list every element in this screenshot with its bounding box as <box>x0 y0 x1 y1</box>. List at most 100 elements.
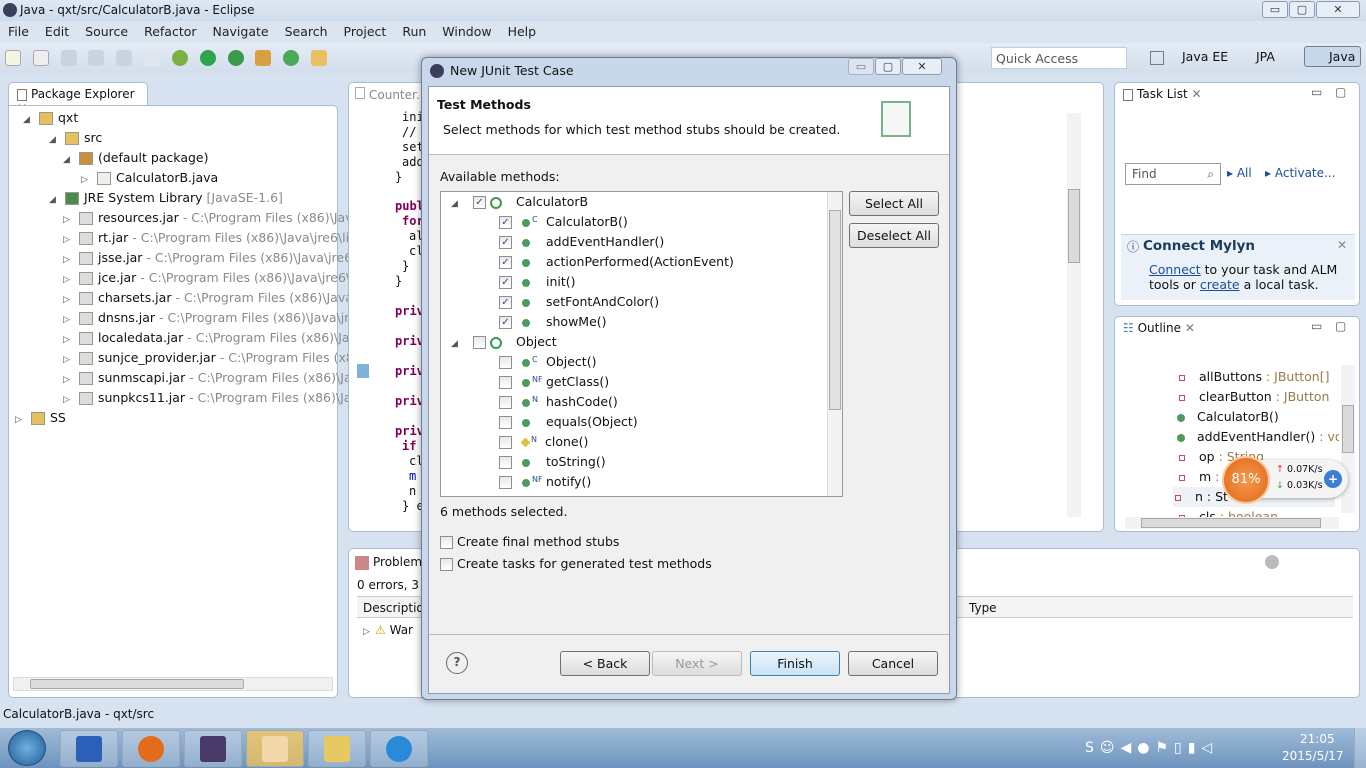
skip-breakpoints-icon[interactable] <box>144 50 161 66</box>
word-app[interactable] <box>60 730 118 767</box>
scrollbar-thumb[interactable] <box>1141 518 1321 528</box>
photo-app[interactable] <box>246 730 304 767</box>
open-perspective-icon[interactable] <box>1150 51 1164 65</box>
method-checkbox[interactable]: ✓ <box>499 256 512 269</box>
method-node[interactable]: ✓ setFontAndColor() <box>499 292 659 312</box>
tree-item[interactable]: ▷ charsets.jar - C:\Program Files (x86)\Ja… <box>63 288 353 308</box>
perspective-java-ee[interactable]: Java EE <box>1182 49 1228 64</box>
minimize-view-icon[interactable]: ▭ <box>1311 85 1322 99</box>
outline-item[interactable]: CalculatorB() <box>1177 407 1339 427</box>
new-package-icon[interactable] <box>32 50 49 66</box>
method-node[interactable]: NF notify() <box>499 472 591 492</box>
save-all-icon[interactable] <box>88 50 105 66</box>
method-checkbox[interactable] <box>499 356 512 369</box>
expand-arrow-icon[interactable]: ▷ <box>63 330 75 350</box>
expand-arrow-icon[interactable]: ◢ <box>49 130 61 150</box>
connect-link[interactable]: Connect <box>1149 262 1201 277</box>
horizontal-scrollbar[interactable] <box>13 677 333 691</box>
tab-problems[interactable]: Problems <box>355 555 428 570</box>
filter-all-link[interactable]: ▸ All <box>1227 166 1252 180</box>
tab-package-explorer[interactable]: Package Explorer ✕ <box>8 82 148 115</box>
method-node[interactable]: ✓ actionPerformed(ActionEvent) <box>499 252 734 272</box>
tree-item[interactable]: ▷ jsse.jar - C:\Program Files (x86)\Java\j… <box>63 248 352 268</box>
maximize-button[interactable]: ▢ <box>1289 1 1315 18</box>
minimize-view-icon[interactable]: ▭ <box>1311 319 1322 333</box>
final-stubs-checkbox[interactable] <box>440 536 453 549</box>
next-button[interactable]: Next > <box>652 651 742 676</box>
tree-item[interactable]: ◢ src <box>49 128 106 148</box>
method-checkbox[interactable] <box>499 416 512 429</box>
class-checkbox[interactable]: ✓ <box>473 196 486 209</box>
final-stubs-option[interactable]: Create final method stubs <box>440 534 619 549</box>
deselect-all-button[interactable]: Deselect All <box>849 223 939 248</box>
tree-item[interactable]: ▷ localedata.jar - C:\Program Files (x86)\… <box>63 328 357 348</box>
tree-item[interactable]: ▷ sunmscapi.jar - C:\Program Files (x86)\J… <box>63 368 352 388</box>
breakpoint-marker[interactable] <box>357 364 369 378</box>
method-node[interactable]: C Object() <box>499 352 596 372</box>
method-node[interactable]: toString() <box>499 452 606 472</box>
method-node[interactable]: ✓ addEventHandler() <box>499 232 664 252</box>
method-checkbox[interactable]: ✓ <box>499 236 512 249</box>
start-button[interactable] <box>8 730 46 766</box>
method-node[interactable]: ✓ C CalculatorB() <box>499 212 628 232</box>
methods-vertical-scrollbar[interactable] <box>827 192 842 496</box>
minimize-button[interactable]: ▭ <box>1262 1 1288 18</box>
perspective-jpa[interactable]: JPA <box>1256 49 1275 64</box>
menu-file[interactable]: File <box>0 21 37 39</box>
dialog-maximize-button[interactable]: ▢ <box>875 58 901 75</box>
close-icon[interactable]: ✕ <box>1185 321 1195 335</box>
collapse-arrow-icon[interactable]: ◢ <box>451 194 463 214</box>
expand-arrow-icon[interactable]: ▷ <box>63 390 75 410</box>
tab-task-list[interactable]: Task List ✕ <box>1123 87 1202 101</box>
menu-source[interactable]: Source <box>77 21 136 39</box>
method-checkbox[interactable] <box>499 476 512 489</box>
new-class-icon[interactable] <box>255 50 272 66</box>
tree-item[interactable]: ▷ jce.jar - C:\Program Files (x86)\Java\jr… <box>63 268 354 288</box>
expand-arrow-icon[interactable]: ▷ <box>15 410 27 430</box>
back-button[interactable]: < Back <box>560 651 650 676</box>
finish-button[interactable]: Finish <box>750 651 840 676</box>
outline-item[interactable]: addEventHandler() : voi <box>1177 427 1339 447</box>
method-node[interactable]: ✓ showMe() <box>499 312 607 332</box>
editor-vertical-scrollbar[interactable] <box>1067 113 1081 517</box>
expand-arrow-icon[interactable]: ▷ <box>63 370 75 390</box>
javaee-ide-app[interactable] <box>184 730 242 767</box>
tree-item[interactable]: ▷ SS <box>15 408 70 428</box>
outline-horizontal-scrollbar[interactable] <box>1125 517 1339 529</box>
tasks-checkbox[interactable] <box>440 558 453 571</box>
select-all-button[interactable]: Select All <box>849 191 939 216</box>
tree-item[interactable]: ▷ sunpkcs11.jar - C:\Program Files (x86)\J… <box>63 388 351 408</box>
close-button[interactable]: ✕ <box>1316 1 1360 18</box>
expand-arrow-icon[interactable]: ▷ <box>63 270 75 290</box>
method-node[interactable]: ✓ init() <box>499 272 576 292</box>
expand-arrow-icon[interactable]: ◢ <box>49 190 61 210</box>
memory-usage-badge[interactable]: 81% <box>1222 456 1270 504</box>
scrollbar-thumb[interactable] <box>1068 189 1080 263</box>
menu-help[interactable]: Help <box>500 21 545 39</box>
new-java-class-icon[interactable] <box>283 50 300 66</box>
tree-item[interactable]: ▷ resources.jar - C:\Program Files (x86)\J… <box>63 208 353 228</box>
collapse-arrow-icon[interactable]: ◢ <box>451 334 463 354</box>
method-node[interactable]: NF getClass() <box>499 372 609 392</box>
method-checkbox[interactable] <box>499 436 512 449</box>
expand-arrow-icon[interactable]: ◢ <box>23 110 35 130</box>
close-icon[interactable]: ✕ <box>1337 238 1347 252</box>
show-desktop-button[interactable] <box>1354 728 1366 768</box>
dialog-close-button[interactable]: ✕ <box>902 58 942 75</box>
scrollbar-thumb[interactable] <box>829 210 841 410</box>
expand-arrow-icon[interactable]: ◢ <box>63 150 75 170</box>
tree-item[interactable]: ◢ JRE System Library [JavaSE-1.6] <box>49 188 283 208</box>
save-icon[interactable] <box>60 50 77 66</box>
print-icon[interactable] <box>116 50 133 66</box>
close-icon[interactable]: ✕ <box>1192 87 1202 101</box>
expand-arrow-icon[interactable]: ▷ <box>63 210 75 230</box>
tree-item[interactable]: ▷ dnsns.jar - C:\Program Files (x86)\Java\… <box>63 308 357 328</box>
method-node[interactable]: equals(Object) <box>499 412 638 432</box>
menu-navigate[interactable]: Navigate <box>205 21 277 39</box>
tree-item[interactable]: ▷ sunjce_provider.jar - C:\Program Files (… <box>63 348 354 368</box>
menu-run[interactable]: Run <box>394 21 434 39</box>
method-checkbox[interactable] <box>499 456 512 469</box>
help-icon[interactable]: ? <box>446 652 468 674</box>
expand-arrow-icon[interactable]: ▷ <box>63 290 75 310</box>
outline-item[interactable]: clearButton : JButton <box>1177 387 1339 407</box>
